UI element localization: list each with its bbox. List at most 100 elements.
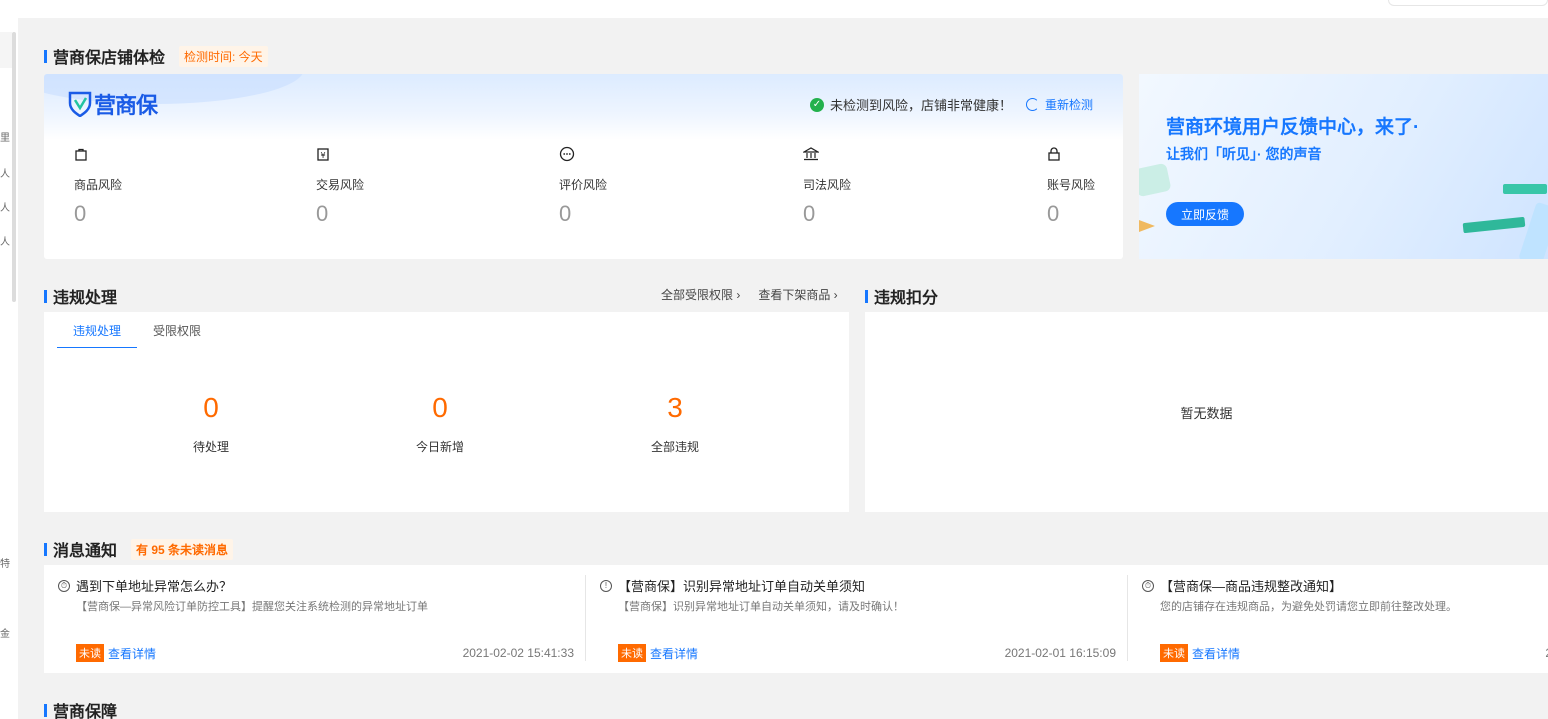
notice-title: ⏱ 遇到下单地址异常怎么办？ [58, 576, 232, 595]
sidebar-fragment[interactable]: 人 [0, 238, 10, 248]
points-panel: 暂无数据 [865, 312, 1548, 512]
sidebar-fragment[interactable]: 人 [0, 204, 10, 214]
risk-value: 0 [803, 201, 816, 226]
points-section-title: 违规扣分 [865, 284, 938, 308]
title-accent-bar [44, 289, 47, 303]
notice-title: ⏱ 【营商保—商品违规整改通知】 [1142, 576, 1342, 595]
health-check-card: 营商保 ✓ 未检测到风险，店铺非常健康！ 重新检测 商品风险 0 ¥ 交易风险 … [44, 74, 1123, 259]
check-time-badge: 检测时间: 今天 [179, 45, 268, 67]
notices-panel: ⏱ 遇到下单地址异常怎么办？ 【营商保—异常风险订单防控工具】提醒您关注系统检测… [44, 565, 1548, 673]
risk-label: 商品风险 [74, 178, 123, 192]
banner-chip-decoration [1462, 216, 1526, 234]
sidebar-fragment[interactable]: 金 [0, 630, 10, 640]
heart-bubble-decoration [1139, 162, 1172, 198]
title-accent-bar [44, 49, 47, 63]
recheck-button[interactable]: 重新检测 [1025, 96, 1093, 113]
left-sidebar: 里 人 人 人 特 金 [0, 18, 18, 719]
stat-value: 0 [203, 392, 219, 423]
shopping-bag-icon [74, 144, 194, 164]
violation-title: 违规处理 [53, 290, 118, 307]
shield-logo-icon [68, 91, 92, 117]
stat-all-violations[interactable]: 3 全部违规 [615, 392, 735, 455]
stat-value: 0 [432, 392, 448, 423]
lock-icon [1047, 144, 1123, 164]
risk-item-judicial[interactable]: 司法风险 0 [803, 144, 923, 227]
notice-time: 2021-02-01 16:15:09 [1004, 646, 1116, 660]
notice-footer: 未读 查看详情 [618, 644, 698, 662]
notices-section-title: 消息通知 有 95 条未读消息 [44, 537, 234, 561]
stat-pending[interactable]: 0 待处理 [151, 392, 271, 455]
all-restricted-link[interactable]: 全部受限权限 › [661, 286, 740, 303]
stat-label: 全部违规 [650, 440, 699, 454]
chat-bubble-icon [559, 144, 679, 164]
brand-logo: 营商保 [68, 88, 158, 120]
yen-receipt-icon: ¥ [316, 144, 436, 164]
notice-title: ! 【营商保】识别异常地址订单自动关单须知 [600, 576, 865, 595]
notice-footer: 未读 查看详情 [76, 644, 156, 662]
top-bar [0, 0, 1548, 18]
health-title: 营商保店铺体检 [53, 50, 166, 67]
unread-badge: 未读 [618, 644, 646, 662]
risk-item-trade[interactable]: ¥ 交易风险 0 [316, 144, 436, 227]
delisted-goods-link[interactable]: 查看下架商品 › [758, 286, 837, 303]
risk-value: 0 [1047, 201, 1060, 226]
sidebar-fragment[interactable]: 人 [0, 170, 10, 180]
violation-section-title: 违规处理 [44, 284, 117, 308]
view-detail-link[interactable]: 查看详情 [108, 645, 156, 662]
sidebar-selected-item[interactable] [0, 32, 12, 68]
alert-icon: ! [600, 579, 612, 592]
risk-value: 0 [74, 201, 87, 226]
recheck-label: 重新检测 [1044, 98, 1093, 112]
risk-value: 0 [559, 201, 572, 226]
view-detail-link[interactable]: 查看详情 [650, 645, 698, 662]
violation-links: 全部受限权限 › 查看下架商品 › [661, 286, 838, 303]
feedback-button[interactable]: 立即反馈 [1166, 202, 1244, 226]
stat-value: 3 [667, 392, 683, 423]
notice-item[interactable]: ⏱ 遇到下单地址异常怎么办？ 【营商保—异常风险订单防控工具】提醒您关注系统检测… [44, 565, 586, 673]
notice-desc: 【营商保】识别异常地址订单自动关单须知，请及时确认！ [618, 601, 904, 613]
title-accent-bar [865, 289, 868, 303]
top-search-pill[interactable] [1388, 0, 1548, 6]
notice-title-text: 【营商保】识别异常地址订单自动关单须知 [618, 579, 866, 594]
unread-badge: 未读 [76, 644, 104, 662]
sidebar-scrollbar[interactable] [12, 32, 16, 302]
notice-item[interactable]: ! 【营商保】识别异常地址订单自动关单须知 【营商保】识别异常地址订单自动关单须… [586, 565, 1128, 673]
courthouse-icon [803, 144, 923, 164]
risk-item-account[interactable]: 账号风险 0 [1047, 144, 1123, 227]
notice-desc: 您的店铺存在违规商品，为避免处罚请您立即前往整改处理。 [1160, 601, 1457, 613]
view-detail-link[interactable]: 查看详情 [1192, 645, 1240, 662]
empty-state-text: 暂无数据 [1180, 405, 1233, 421]
banner-chip-decoration [1503, 184, 1547, 194]
risk-label: 评价风险 [559, 178, 608, 192]
unread-badge: 未读 [1160, 644, 1188, 662]
sidebar-fragment[interactable]: 里 [0, 134, 10, 144]
tab-restricted[interactable]: 受限权限 [137, 322, 217, 348]
risk-item-review[interactable]: 评价风险 0 [559, 144, 679, 227]
notice-item[interactable]: ⏱ 【营商保—商品违规整改通知】 您的店铺存在违规商品，为避免处罚请您立即前往整… [1128, 565, 1548, 673]
svg-text:¥: ¥ [320, 151, 325, 160]
health-status: ✓ 未检测到风险，店铺非常健康！ 重新检测 [809, 95, 1093, 114]
feedback-banner[interactable]: 营商环境用户反馈中心，来了· 让我们「听见」· 您的声音 立即反馈 [1139, 74, 1548, 259]
check-circle-icon: ✓ [809, 97, 824, 112]
notice-title-text: 遇到下单地址异常怎么办？ [76, 579, 233, 594]
sidebar-fragment[interactable]: 特 [0, 560, 10, 570]
notice-desc: 【营商保—异常风险订单防控工具】提醒您关注系统检测的异常地址订单 [76, 601, 428, 613]
guarantee-title: 营商保障 [53, 704, 118, 719]
notices-title: 消息通知 [53, 543, 118, 560]
risk-item-product[interactable]: 商品风险 0 [74, 144, 194, 227]
clock-icon: ⏱ [58, 579, 70, 592]
violation-tabs: 违规处理 受限权限 [57, 322, 217, 348]
banner-phone-decoration [1518, 201, 1548, 259]
violation-panel: 违规处理 受限权限 0 待处理 0 今日新增 3 全部违规 [44, 312, 849, 512]
pencil-decoration [1139, 220, 1155, 232]
unread-count-badge[interactable]: 有 95 条未读消息 [131, 538, 234, 560]
risk-value: 0 [316, 201, 329, 226]
tab-violation[interactable]: 违规处理 [57, 322, 137, 348]
risk-label: 司法风险 [803, 178, 852, 192]
notice-footer: 未读 查看详情 [1160, 644, 1240, 662]
stat-today-new[interactable]: 0 今日新增 [380, 392, 500, 455]
stat-label: 待处理 [192, 440, 229, 454]
clock-icon: ⏱ [1142, 579, 1154, 592]
banner-subline: 让我们「听见」· 您的声音 [1166, 146, 1322, 162]
title-accent-bar [44, 542, 47, 556]
